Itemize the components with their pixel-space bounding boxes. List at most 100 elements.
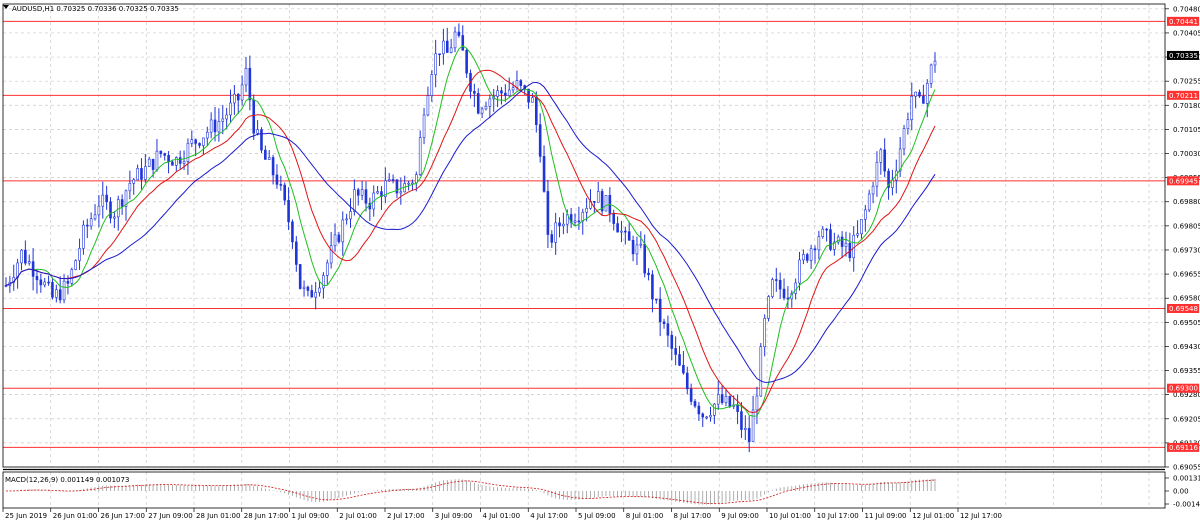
candle-body: [360, 189, 364, 196]
y-tick-label: 0.69655: [1173, 271, 1200, 279]
y-tick-label: 0.70480: [1173, 5, 1200, 13]
candle-body: [724, 396, 728, 403]
y-tick-label: 0.00: [1173, 488, 1189, 496]
candle-body: [264, 149, 267, 160]
candle-body: [546, 191, 550, 235]
candle-body: [906, 119, 910, 129]
candle-body: [484, 106, 488, 110]
candle-body: [62, 280, 66, 301]
candle-body: [933, 60, 937, 66]
x-tick-label: 11 Jul 09:00: [865, 512, 907, 520]
candle-body: [93, 214, 97, 220]
candle-body: [658, 298, 662, 323]
candle-body: [430, 74, 434, 96]
candle-body: [910, 95, 914, 120]
y-tick-label: 0.70105: [1173, 126, 1200, 134]
x-tick-label: 2 Jul 17:00: [387, 512, 425, 520]
y-tick-label: 0.69055: [1173, 464, 1200, 472]
candle-body: [593, 201, 596, 203]
candle-body: [24, 249, 27, 264]
candle-body: [577, 220, 581, 223]
candle-body: [860, 219, 863, 234]
y-tick-label: 0.69505: [1173, 319, 1200, 327]
candle-body: [624, 230, 627, 233]
candle-body: [159, 150, 163, 154]
candle-body: [662, 321, 666, 325]
level-label: 0.70211: [1169, 92, 1198, 100]
candle-body: [554, 222, 557, 243]
level-label: 0.69548: [1169, 305, 1198, 313]
candle-body: [616, 223, 619, 233]
level-label: 0.70441: [1169, 18, 1198, 26]
candle-body: [132, 179, 136, 184]
candle-body: [43, 281, 47, 286]
candle-body: [151, 158, 155, 170]
candle-body: [283, 184, 287, 201]
candle-body: [275, 174, 279, 185]
candle-body: [763, 318, 766, 348]
candle-body: [635, 244, 639, 255]
y-tick-label: -0.001471: [1173, 501, 1200, 509]
candle-body: [596, 191, 600, 203]
x-tick-label: 8 Jul 17:00: [674, 512, 712, 520]
candle-body: [674, 348, 677, 355]
candle-body: [399, 191, 403, 194]
candle-body: [260, 129, 263, 151]
candle-body: [271, 157, 275, 176]
candle-body: [755, 395, 759, 411]
candle-body: [291, 221, 294, 243]
candle-body: [736, 404, 739, 412]
candle-body: [341, 219, 345, 243]
candle-body: [349, 211, 352, 220]
candle-body: [438, 53, 441, 56]
candle-body: [426, 95, 430, 116]
candle-body: [457, 31, 461, 36]
candle-body: [879, 149, 883, 163]
candle-body: [236, 93, 240, 101]
candle-body: [144, 166, 147, 180]
candle-body: [302, 286, 306, 289]
candle-body: [774, 279, 778, 281]
candle-body: [120, 199, 124, 207]
candle-body: [376, 191, 379, 194]
candle-body: [678, 354, 681, 366]
candle-body: [194, 139, 197, 144]
candle-body: [778, 279, 782, 290]
candle-body: [225, 114, 228, 120]
candle-body: [538, 124, 542, 157]
candle-body: [221, 118, 225, 122]
y-tick-label: 0.69205: [1173, 415, 1200, 423]
candle-body: [418, 137, 422, 175]
y-tick-label: 0.69355: [1173, 367, 1200, 375]
candle-body: [817, 236, 821, 251]
candle-body: [751, 409, 755, 442]
x-tick-label: 10 Jul 17:00: [817, 512, 859, 520]
candle-body: [682, 365, 685, 374]
candle-body: [507, 89, 511, 96]
candle-body: [465, 50, 468, 74]
candle-body: [147, 158, 151, 167]
candle-body: [627, 231, 631, 241]
candle-body: [252, 99, 256, 134]
candle-body: [643, 243, 646, 274]
symbol-header: AUDUSD,H1 0.70325 0.70336 0.70325 0.7033…: [12, 5, 179, 13]
candle-body: [171, 161, 174, 166]
candle-body: [186, 142, 190, 162]
candle-body: [198, 143, 201, 146]
candle-body: [856, 233, 859, 236]
candle-body: [140, 168, 143, 180]
candle-body: [453, 31, 457, 49]
candle-body: [202, 137, 205, 146]
candle-body: [310, 290, 314, 298]
candle-body: [654, 298, 658, 301]
candle-body: [422, 114, 426, 138]
candle-body: [78, 248, 81, 261]
candle-body: [244, 67, 248, 86]
level-label: 0.69945: [1169, 177, 1198, 185]
candle-body: [802, 254, 805, 261]
candle-body: [51, 282, 54, 298]
candle-body: [337, 234, 341, 243]
candle-body: [647, 272, 650, 276]
x-tick-label: 12 Jul 01:00: [912, 512, 954, 520]
candle-body: [821, 228, 825, 237]
